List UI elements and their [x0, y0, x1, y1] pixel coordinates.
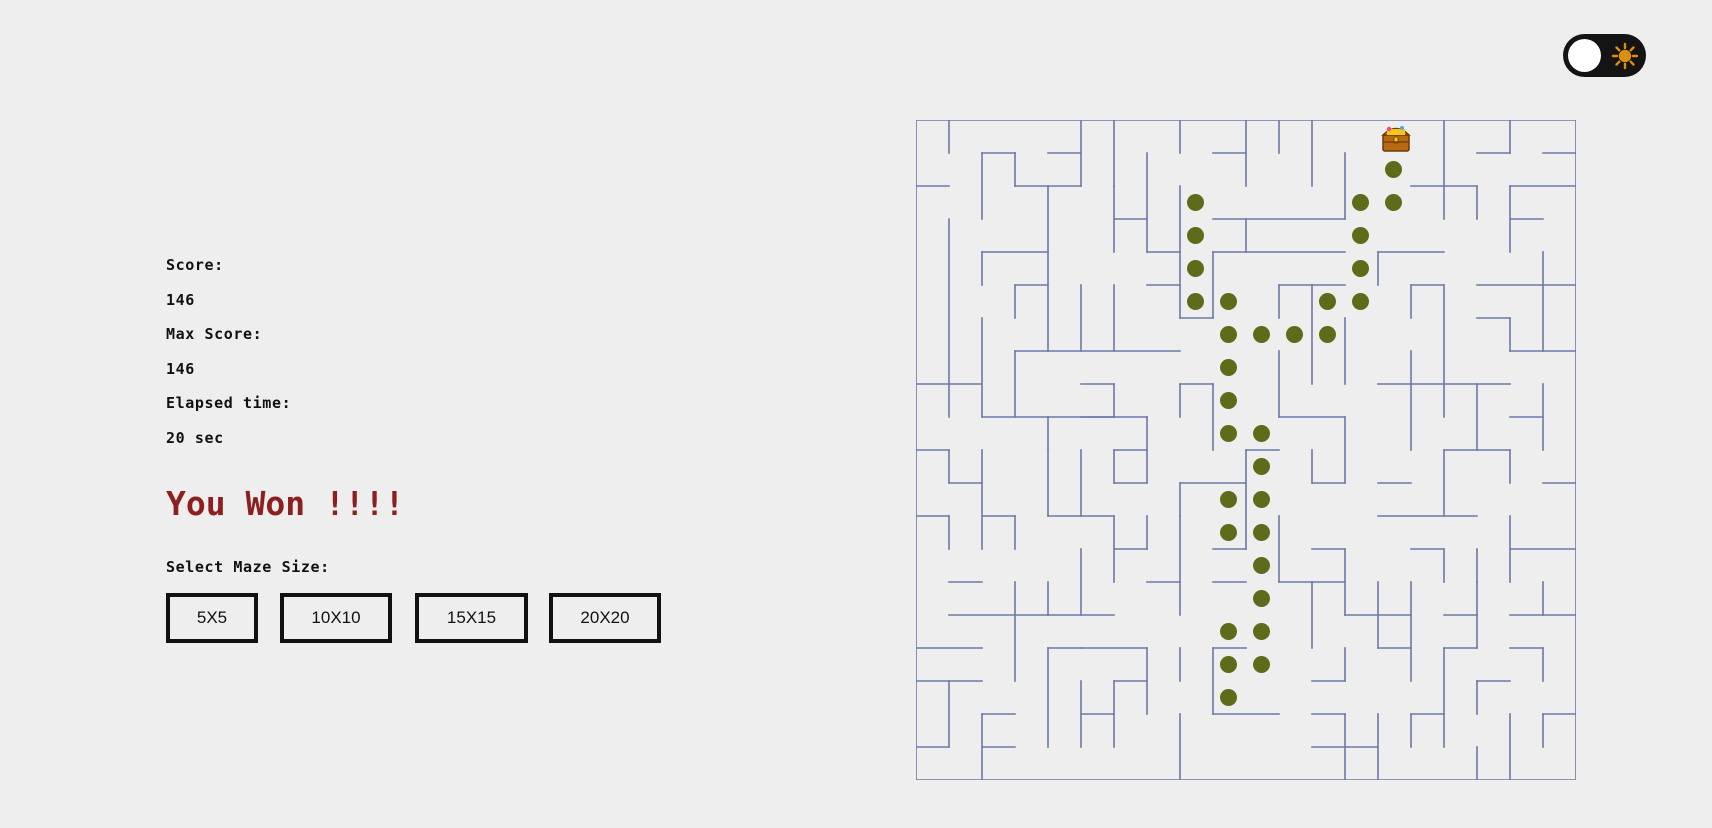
- trail-dot: [1352, 194, 1369, 211]
- maze-size-10x10-button[interactable]: 10X10: [280, 593, 392, 643]
- trail-dot: [1187, 260, 1204, 277]
- trail-dot: [1220, 623, 1237, 640]
- max-score-label: Max Score:: [166, 325, 263, 343]
- trail-dot: [1253, 590, 1270, 607]
- maze-size-label: Select Maze Size:: [166, 558, 330, 576]
- trail-dot: [1253, 623, 1270, 640]
- win-message: You Won !!!!: [166, 484, 405, 523]
- theme-toggle[interactable]: [1563, 34, 1646, 77]
- trail-dot: [1253, 656, 1270, 673]
- trail-dot: [1253, 491, 1270, 508]
- path-trail: [1187, 161, 1402, 706]
- trail-dot: [1187, 227, 1204, 244]
- trail-dot: [1220, 689, 1237, 706]
- trail-dot: [1220, 425, 1237, 442]
- trail-dot: [1352, 260, 1369, 277]
- trail-dot: [1253, 458, 1270, 475]
- trail-dot: [1352, 227, 1369, 244]
- elapsed-time-label: Elapsed time:: [166, 394, 292, 412]
- maze-size-15x15-button[interactable]: 15X15: [415, 593, 528, 643]
- score-label: Score:: [166, 256, 224, 274]
- trail-dot: [1220, 491, 1237, 508]
- maze-size-20x20-button[interactable]: 20X20: [549, 593, 661, 643]
- maze-size-5x5-button[interactable]: 5X5: [166, 593, 258, 643]
- sun-icon: [1611, 42, 1639, 70]
- trail-dot: [1286, 326, 1303, 343]
- max-score-value: 146: [166, 360, 195, 378]
- trail-dot: [1220, 359, 1237, 376]
- trail-dot: [1220, 656, 1237, 673]
- trail-dot: [1385, 161, 1402, 178]
- trail-dot: [1220, 326, 1237, 343]
- trail-dot: [1220, 392, 1237, 409]
- trail-dot: [1319, 293, 1336, 310]
- trail-dot: [1187, 293, 1204, 310]
- toggle-knob: [1568, 39, 1601, 72]
- trail-dot: [1253, 557, 1270, 574]
- trail-dot: [1220, 524, 1237, 541]
- trail-dot: [1253, 326, 1270, 343]
- maze-walls: [916, 120, 1576, 780]
- treasure-chest-icon: [1381, 126, 1411, 152]
- maze-board[interactable]: [916, 120, 1576, 780]
- trail-dot: [1253, 425, 1270, 442]
- trail-dot: [1319, 326, 1336, 343]
- elapsed-time-value: 20 sec: [166, 429, 224, 447]
- trail-dot: [1352, 293, 1369, 310]
- trail-dot: [1187, 194, 1204, 211]
- score-value: 146: [166, 291, 195, 309]
- trail-dot: [1253, 524, 1270, 541]
- trail-dot: [1220, 293, 1237, 310]
- trail-dot: [1385, 194, 1402, 211]
